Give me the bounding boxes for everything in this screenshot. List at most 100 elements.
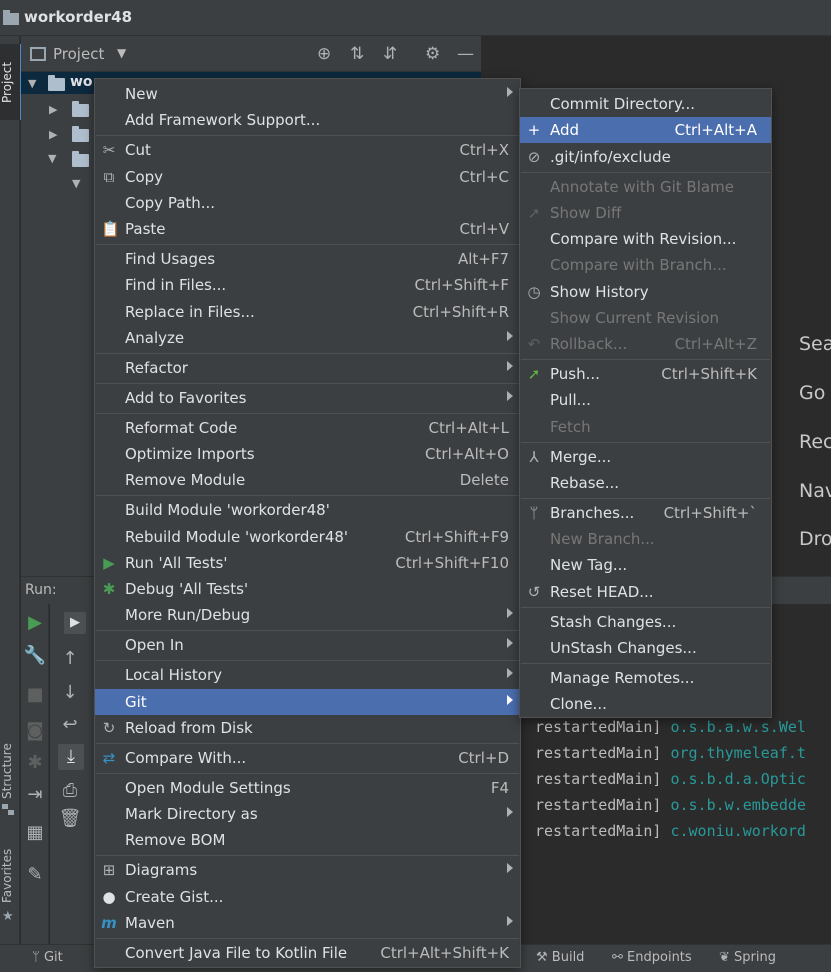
menu-item-copy-path[interactable]: Copy Path... bbox=[95, 190, 520, 216]
menu-item-maven[interactable]: m Maven bbox=[95, 910, 520, 936]
menu-item-manage-remotes[interactable]: Manage Remotes... bbox=[520, 665, 771, 691]
rerun-icon[interactable]: ▶ bbox=[21, 612, 49, 633]
run-toolbar-right: ▶ ↑ ↓ ↩ ⤓ ⎙ 🗑 bbox=[50, 604, 94, 944]
layout-icon[interactable]: ▦ bbox=[21, 822, 49, 843]
locate-icon[interactable]: ⊕ bbox=[317, 44, 331, 64]
menu-item-run-all-tests[interactable]: ▶ Run 'All Tests' Ctrl+Shift+F10 bbox=[95, 550, 520, 576]
menu-item-compare-with[interactable]: ⇄ Compare With... Ctrl+D bbox=[95, 745, 520, 771]
menu-item-find-usages[interactable]: Find Usages Alt+F7 bbox=[95, 246, 520, 272]
expand-all-icon[interactable]: ⇅ bbox=[350, 44, 364, 64]
camera-icon[interactable]: ◙ bbox=[21, 720, 49, 741]
menu-item-show-history[interactable]: ◷ Show History bbox=[520, 279, 771, 305]
menu-item-stash-changes[interactable]: Stash Changes... bbox=[520, 609, 771, 635]
menu-item-mark-directory-as[interactable]: Mark Directory as bbox=[95, 801, 520, 827]
menu-separator bbox=[96, 743, 519, 744]
structure-tool-tab[interactable]: Structure bbox=[0, 736, 20, 806]
menu-item-refactor[interactable]: Refactor bbox=[95, 355, 520, 381]
menu-item-rebase[interactable]: Rebase... bbox=[520, 470, 771, 496]
menu-item-add-to-favorites[interactable]: Add to Favorites bbox=[95, 385, 520, 411]
menu-item-optimize-imports[interactable]: Optimize Imports Ctrl+Alt+O bbox=[95, 441, 520, 467]
chevron-down-icon[interactable]: ▼ bbox=[72, 177, 80, 190]
menu-item-compare-with-branch[interactable]: Compare with Branch... bbox=[520, 252, 771, 278]
menu-item-copy[interactable]: ⧉ Copy Ctrl+C bbox=[95, 164, 520, 190]
chevron-down-icon[interactable]: ▼ bbox=[117, 46, 126, 60]
menu-item-open-in[interactable]: Open In bbox=[95, 632, 520, 658]
tree-root-label[interactable]: wo bbox=[70, 74, 93, 90]
endpoints-tool-tab[interactable]: ⚯ Endpoints bbox=[612, 950, 692, 965]
menu-item-clone[interactable]: Clone... bbox=[520, 691, 771, 717]
menu-item-debug-all-tests[interactable]: ✱ Debug 'All Tests' bbox=[95, 576, 520, 602]
arrow-down-icon[interactable]: ↓ bbox=[56, 682, 84, 703]
menu-item-compare-with-revision[interactable]: Compare with Revision... bbox=[520, 226, 771, 252]
chevron-down-icon[interactable]: ▼ bbox=[48, 152, 56, 165]
project-panel-title[interactable]: Project bbox=[53, 45, 104, 63]
menu-item-remove-bom[interactable]: Remove BOM bbox=[95, 827, 520, 853]
menu-item-show-diff[interactable]: ➚ Show Diff bbox=[520, 200, 771, 226]
menu-item-open-module-settings[interactable]: Open Module Settings F4 bbox=[95, 775, 520, 801]
menu-item-pull[interactable]: Pull... bbox=[520, 387, 771, 413]
collapse-all-icon[interactable]: ⇵ bbox=[383, 44, 397, 64]
menu-item-commit-directory[interactable]: Commit Directory... bbox=[520, 91, 771, 117]
menu-item-annotate-git-blame[interactable]: Annotate with Git Blame bbox=[520, 174, 771, 200]
menu-item-analyze[interactable]: Analyze bbox=[95, 325, 520, 351]
menu-item-replace-in-files[interactable]: Replace in Files... Ctrl+Shift+R bbox=[95, 299, 520, 325]
menu-item-add[interactable]: + Add Ctrl+Alt+A bbox=[520, 117, 771, 143]
soft-wrap-icon[interactable]: ↩ bbox=[56, 714, 84, 735]
arrow-up-icon[interactable]: ↑ bbox=[56, 648, 84, 669]
structure-icon bbox=[2, 804, 16, 816]
menu-item-find-in-files[interactable]: Find in Files... Ctrl+Shift+F bbox=[95, 272, 520, 298]
bug-icon[interactable]: ✱ bbox=[21, 752, 49, 773]
chevron-down-icon[interactable]: ▼ bbox=[28, 77, 36, 90]
pin-icon[interactable]: ✎ bbox=[21, 864, 49, 885]
build-tool-tab[interactable]: ⚒ Build bbox=[536, 950, 584, 965]
menu-item-new-branch[interactable]: New Branch... bbox=[520, 526, 771, 552]
compare-arrows-icon: ⇄ bbox=[102, 749, 116, 767]
chevron-right-icon bbox=[507, 807, 513, 817]
menu-item-push[interactable]: ➚ Push... Ctrl+Shift+K bbox=[520, 361, 771, 387]
stop-icon[interactable]: ■ bbox=[21, 684, 49, 705]
menu-item-convert-java-to-kotlin[interactable]: Convert Java File to Kotlin File Ctrl+Alt… bbox=[95, 940, 520, 966]
chevron-right-icon[interactable]: ▶ bbox=[49, 103, 57, 116]
gear-icon[interactable]: ⚙ bbox=[425, 44, 440, 64]
menu-item-gitinfo-exclude[interactable]: ⊘ .git/info/exclude bbox=[520, 144, 771, 170]
hide-panel-icon[interactable]: — bbox=[457, 44, 474, 64]
menu-item-build-module[interactable]: Build Module 'workorder48' bbox=[95, 497, 520, 523]
print-icon[interactable]: ⎙ bbox=[56, 780, 84, 801]
menu-item-unstash-changes[interactable]: UnStash Changes... bbox=[520, 635, 771, 661]
menu-item-merge[interactable]: ⅄ Merge... bbox=[520, 444, 771, 470]
menu-item-reload-from-disk[interactable]: ↻ Reload from Disk bbox=[95, 715, 520, 741]
menu-item-local-history[interactable]: Local History bbox=[95, 662, 520, 688]
menu-item-new-tag[interactable]: New Tag... bbox=[520, 552, 771, 578]
debug-bug-icon: ✱ bbox=[102, 580, 116, 598]
menu-item-git[interactable]: Git bbox=[95, 689, 520, 715]
menu-item-new[interactable]: New bbox=[95, 81, 520, 107]
run-label: Run: bbox=[25, 582, 57, 598]
menu-item-cut[interactable]: ✂ Cut Ctrl+X bbox=[95, 137, 520, 163]
spring-tool-tab[interactable]: ❦ Spring bbox=[719, 950, 776, 965]
folder-icon bbox=[72, 151, 89, 167]
menu-item-rollback[interactable]: ↶ Rollback... Ctrl+Alt+Z bbox=[520, 331, 771, 357]
trash-icon[interactable]: 🗑 bbox=[56, 808, 84, 829]
console-line: restartedMain] org.thymeleaf.t bbox=[535, 744, 806, 762]
menu-item-more-run-debug[interactable]: More Run/Debug bbox=[95, 602, 520, 628]
project-tool-tab[interactable]: Project bbox=[0, 44, 22, 120]
menu-item-add-framework-support[interactable]: Add Framework Support... bbox=[95, 107, 520, 133]
scroll-to-end-icon[interactable]: ⤓ bbox=[58, 744, 84, 770]
menu-item-show-current-revision[interactable]: Show Current Revision bbox=[520, 305, 771, 331]
favorites-tool-tab[interactable]: Favorites bbox=[0, 846, 20, 906]
chevron-right-icon[interactable]: ▶ bbox=[49, 128, 57, 141]
menu-item-paste[interactable]: 📋 Paste Ctrl+V bbox=[95, 216, 520, 242]
menu-item-remove-module[interactable]: Remove Module Delete bbox=[95, 467, 520, 493]
menu-item-reset-head[interactable]: ↺ Reset HEAD... bbox=[520, 579, 771, 605]
console-icon[interactable]: ▶ bbox=[64, 612, 86, 634]
menu-item-reformat-code[interactable]: Reformat Code Ctrl+Alt+L bbox=[95, 415, 520, 441]
push-arrow-icon: ➚ bbox=[527, 365, 541, 383]
menu-item-branches[interactable]: ᛘ Branches... Ctrl+Shift+` bbox=[520, 500, 771, 526]
git-tool-tab[interactable]: ᛘ Git bbox=[32, 950, 63, 965]
menu-item-fetch[interactable]: Fetch bbox=[520, 414, 771, 440]
wrench-icon[interactable]: 🔧 bbox=[21, 645, 49, 666]
exit-icon[interactable]: ⇥ bbox=[21, 784, 49, 805]
menu-item-diagrams[interactable]: ⊞ Diagrams bbox=[95, 857, 520, 883]
menu-item-rebuild-module[interactable]: Rebuild Module 'workorder48' Ctrl+Shift+F… bbox=[95, 524, 520, 550]
menu-item-create-gist[interactable]: ● Create Gist... bbox=[95, 884, 520, 910]
